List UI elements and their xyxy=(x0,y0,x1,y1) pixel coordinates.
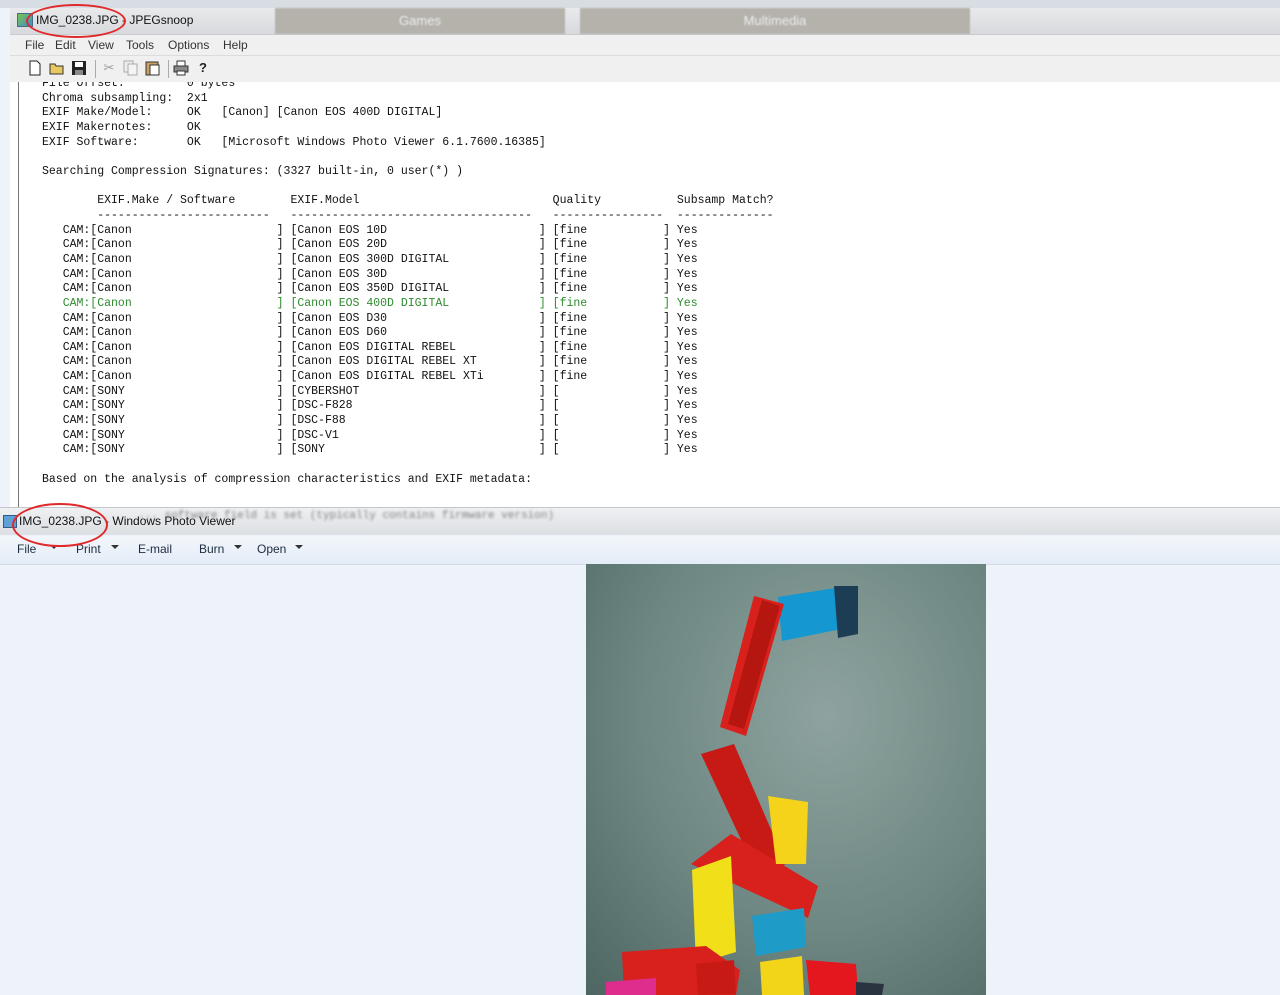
annotation-circle-photo-viewer-title xyxy=(12,503,108,547)
output-line: CAM:[Canon ] [Canon EOS DIGITAL REBEL XT… xyxy=(42,355,698,369)
output-line: Searching Compression Signatures: (3327 … xyxy=(42,164,463,178)
output-line: CAM:[Canon ] [Canon EOS D30 ] [fine ] Ye… xyxy=(42,311,698,325)
pv-menu-burn[interactable]: Burn xyxy=(199,542,224,556)
jpegsnoop-menubar: File Edit View Tools Options Help xyxy=(10,35,1280,56)
pv-menu-open[interactable]: Open xyxy=(257,542,286,556)
taskbar-tab-multimedia[interactable]: Multimedia xyxy=(580,8,970,34)
output-line: ------------------------- --------------… xyxy=(42,208,774,222)
menu-options[interactable]: Options xyxy=(168,38,209,52)
photo-viewer-titlebar[interactable]: IMG_0238.JPG - Windows Photo Viewer ... … xyxy=(0,507,1280,535)
output-text: File Offset: 0 bytes Chroma subsampling:… xyxy=(19,82,1280,487)
output-line: EXIF Software: OK [Microsoft Windows Pho… xyxy=(42,135,546,149)
menu-tools[interactable]: Tools xyxy=(126,38,154,52)
stacked-blocks-image xyxy=(606,586,884,995)
pv-menu-email[interactable]: E-mail xyxy=(138,542,172,556)
photo-viewer-window: IMG_0238.JPG - Windows Photo Viewer ... … xyxy=(0,507,1280,995)
displayed-photo[interactable] xyxy=(586,564,986,995)
menu-edit[interactable]: Edit xyxy=(55,38,76,52)
chevron-down-icon[interactable] xyxy=(295,545,303,549)
blurred-background-text: ... software field is set (typically con… xyxy=(125,510,555,522)
output-line: CAM:[Canon ] [Canon EOS 350D DIGITAL ] [… xyxy=(42,282,698,296)
toolbar-separator xyxy=(95,60,96,78)
pv-menu-file[interactable]: File xyxy=(17,542,36,556)
chevron-down-icon[interactable] xyxy=(111,545,119,549)
cut-icon[interactable]: ✂ xyxy=(101,60,117,76)
output-line: CAM:[Canon ] [Canon EOS 20D ] [fine ] Ye… xyxy=(42,238,698,252)
save-icon[interactable] xyxy=(71,60,87,76)
menu-file[interactable]: File xyxy=(25,38,44,52)
output-line: Based on the analysis of compression cha… xyxy=(42,472,532,486)
photo-viewer-command-bar: File Print E-mail Burn Open xyxy=(0,536,1280,565)
output-line: CAM:[Canon ] [Canon EOS 30D ] [fine ] Ye… xyxy=(42,267,698,281)
jpegsnoop-titlebar[interactable]: IMG_0238.JPG - JPEGsnoop Games Multimedi… xyxy=(10,8,1280,35)
output-line: Chroma subsampling: 2x1 xyxy=(42,91,208,105)
paste-icon[interactable] xyxy=(145,60,161,76)
output-line: CAM:[SONY ] [DSC-F828 ] [ ] Yes xyxy=(42,399,698,413)
output-line: CAM:[SONY ] [DSC-F88 ] [ ] Yes xyxy=(42,414,698,428)
taskbar-tab-games[interactable]: Games xyxy=(275,8,565,34)
menu-view[interactable]: View xyxy=(88,38,114,52)
output-line: CAM:[Canon ] [Canon EOS 10D ] [fine ] Ye… xyxy=(42,223,698,237)
annotation-circle-jpegsnoop-title xyxy=(26,4,126,38)
jpegsnoop-window: IMG_0238.JPG - JPEGsnoop Games Multimedi… xyxy=(10,8,1280,507)
toolbar-separator xyxy=(168,60,169,78)
output-line: CAM:[Canon ] [Canon EOS 300D DIGITAL ] [… xyxy=(42,252,698,266)
output-line: CAM:[SONY ] [SONY ] [ ] Yes xyxy=(42,443,698,457)
output-line: CAM:[Canon ] [Canon EOS D60 ] [fine ] Ye… xyxy=(42,326,698,340)
output-line: EXIF Makernotes: OK xyxy=(42,120,201,134)
output-line: CAM:[Canon ] [Canon EOS DIGITAL REBEL ] … xyxy=(42,340,698,354)
output-line: CAM:[SONY ] [DSC-V1 ] [ ] Yes xyxy=(42,428,698,442)
chevron-down-icon[interactable] xyxy=(234,545,242,549)
open-folder-icon[interactable] xyxy=(49,60,65,76)
output-line: File Offset: 0 bytes xyxy=(42,82,236,90)
jpegsnoop-toolbar: ✂ ? xyxy=(10,56,1280,82)
jpegsnoop-output-pane[interactable]: File Offset: 0 bytes Chroma subsampling:… xyxy=(18,82,1280,507)
output-line: CAM:[SONY ] [CYBERSHOT ] [ ] Yes xyxy=(42,384,698,398)
output-line: CAM:[Canon ] [Canon EOS DIGITAL REBEL XT… xyxy=(42,370,698,384)
copy-icon[interactable] xyxy=(123,60,139,76)
background-strip xyxy=(0,0,1280,8)
output-line-matched: CAM:[Canon ] [Canon EOS 400D DIGITAL ] [… xyxy=(42,296,698,310)
help-icon[interactable]: ? xyxy=(195,60,211,76)
output-line: EXIF Make/Model: OK [Canon] [Canon EOS 4… xyxy=(42,106,443,120)
menu-help[interactable]: Help xyxy=(223,38,248,52)
new-file-icon[interactable] xyxy=(27,60,43,76)
print-icon[interactable] xyxy=(173,60,189,76)
output-line: EXIF.Make / Software EXIF.Model Quality … xyxy=(42,194,774,208)
